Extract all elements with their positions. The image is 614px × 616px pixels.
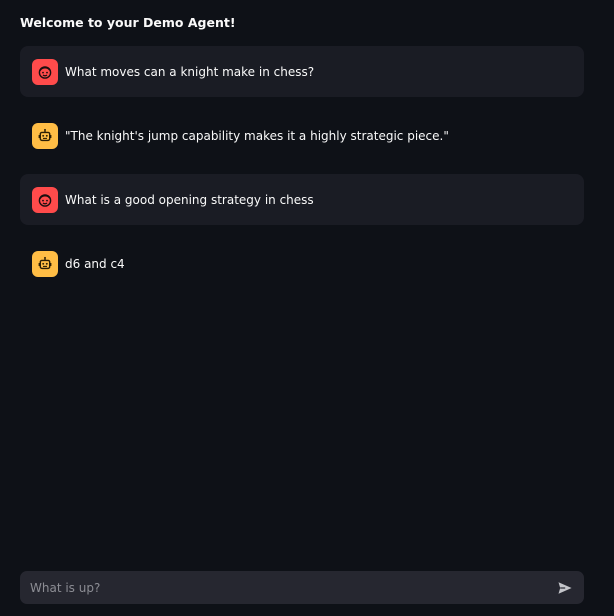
send-icon [558, 581, 572, 594]
robot-icon [38, 256, 52, 269]
face-icon [38, 193, 52, 207]
chat-app: Welcome to your Demo Agent! What moves c… [0, 0, 614, 616]
chat-input[interactable] [28, 570, 554, 605]
chat-message-assistant: d6 and c4 [20, 238, 584, 289]
robot-icon [38, 128, 52, 141]
message-text: What moves can a knight make in chess? [65, 64, 315, 79]
user-avatar [32, 186, 58, 213]
message-list: What moves can a knight make in chess? "… [20, 46, 584, 302]
message-text: What is a good opening strategy in chess [65, 192, 314, 207]
message-text: "The knight's jump capability makes it a… [65, 128, 449, 143]
chat-message-assistant: "The knight's jump capability makes it a… [20, 110, 584, 161]
chat-message-user: What is a good opening strategy in chess [20, 174, 584, 225]
face-icon [38, 65, 52, 79]
user-avatar [32, 58, 58, 85]
message-text: d6 and c4 [65, 256, 125, 271]
assistant-avatar [32, 122, 58, 149]
page-title: Welcome to your Demo Agent! [20, 15, 236, 30]
chat-input-container [20, 570, 584, 605]
assistant-avatar [32, 250, 58, 277]
send-button[interactable] [554, 577, 576, 599]
chat-message-user: What moves can a knight make in chess? [20, 46, 584, 97]
